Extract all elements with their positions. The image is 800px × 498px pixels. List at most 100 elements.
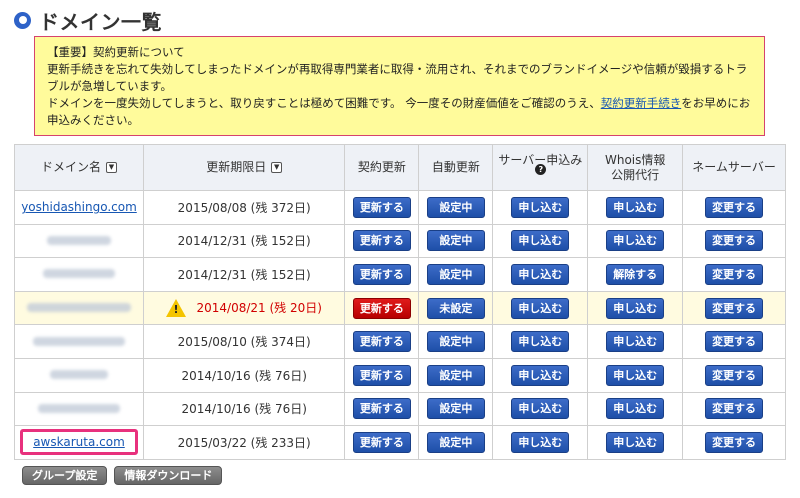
- circle-bullet-icon: [14, 11, 31, 29]
- sort-icon[interactable]: ▼: [271, 162, 283, 173]
- whois-cell: 申し込む: [587, 391, 684, 427]
- auto-renew-button[interactable]: 設定中: [426, 431, 485, 453]
- whois-button[interactable]: 申し込む: [606, 431, 665, 453]
- renew-button[interactable]: 更新する: [352, 331, 411, 353]
- auto-renew-button[interactable]: 設定中: [426, 398, 485, 420]
- nameserver-cell: 変更する: [682, 257, 786, 292]
- nameserver-change-button[interactable]: 変更する: [705, 297, 764, 319]
- notice-line-2: ドメインを一度失効してしまうと、取り戻すことは極めて困難です。 今一度その財産価…: [47, 95, 752, 129]
- server-apply-button[interactable]: 申し込む: [511, 230, 570, 252]
- auto-renew-cell: 設定中: [418, 357, 494, 393]
- auto-renew-button[interactable]: 設定中: [426, 196, 485, 218]
- table-row-warning: ! 2014/08/21 (残 20日) 更新する 未設定 申し込む 申し込む 変…: [14, 290, 786, 326]
- renew-button[interactable]: 更新する: [352, 230, 411, 252]
- renew-button[interactable]: 更新する: [352, 431, 411, 453]
- whois-cancel-button[interactable]: 解除する: [606, 263, 665, 285]
- auto-renew-cell: 設定中: [418, 257, 494, 292]
- nameserver-change-button[interactable]: 変更する: [705, 331, 764, 353]
- renew-button[interactable]: 更新する: [352, 196, 411, 218]
- expiry-cell: 2014/10/16 (残 76日): [142, 391, 346, 427]
- nameserver-cell: 変更する: [682, 290, 786, 326]
- table-row: 2015/08/10 (残 374日) 更新する 設定中 申し込む 申し込む 変…: [14, 324, 786, 359]
- nameserver-change-button[interactable]: 変更する: [705, 364, 764, 386]
- page-title: ドメイン一覧: [39, 9, 162, 34]
- column-header-domain[interactable]: ドメイン名 ▼: [14, 144, 144, 191]
- notice-line-2-text: ドメインを一度失効してしまうと、取り戻すことは極めて困難です。 今一度その財産価…: [47, 96, 601, 110]
- nameserver-change-button[interactable]: 変更する: [705, 230, 764, 252]
- download-info-button[interactable]: 情報ダウンロード: [114, 466, 223, 485]
- table-row: 2014/10/16 (残 76日) 更新する 設定中 申し込む 申し込む 変更…: [14, 391, 786, 427]
- renew-button[interactable]: 更新する: [352, 364, 411, 386]
- domain-cell: [14, 324, 144, 359]
- auto-renew-cell: 設定中: [418, 223, 494, 259]
- whois-button[interactable]: 申し込む: [606, 331, 665, 353]
- whois-button[interactable]: 申し込む: [606, 398, 665, 420]
- server-cell: 申し込む: [492, 290, 589, 326]
- domain-cell: [14, 391, 144, 427]
- domain-table: ドメイン名 ▼ 更新期限日 ▼ 契約更新 自動更新 サーバー申込み? Whois情報…: [14, 144, 786, 460]
- column-header-renew: 契約更新: [344, 144, 420, 191]
- whois-button[interactable]: 申し込む: [606, 297, 665, 319]
- expiry-cell: 2014/10/16 (残 76日): [142, 357, 346, 393]
- whois-button[interactable]: 申し込む: [606, 364, 665, 386]
- whois-cell: 申し込む: [587, 425, 684, 460]
- whois-button[interactable]: 申し込む: [606, 230, 665, 252]
- highlight-box: awskaruta.com: [20, 429, 138, 456]
- auto-renew-button[interactable]: 未設定: [426, 297, 485, 319]
- nameserver-change-button[interactable]: 変更する: [705, 398, 764, 420]
- server-apply-button[interactable]: 申し込む: [511, 398, 570, 420]
- table-header-row: ドメイン名 ▼ 更新期限日 ▼ 契約更新 自動更新 サーバー申込み? Whois情報…: [14, 144, 786, 191]
- server-apply-button[interactable]: 申し込む: [511, 364, 570, 386]
- blurred-domain-name[interactable]: [32, 336, 125, 346]
- server-apply-button[interactable]: 申し込む: [511, 196, 570, 218]
- auto-renew-button[interactable]: 設定中: [426, 331, 485, 353]
- auto-renew-button[interactable]: 設定中: [426, 364, 485, 386]
- renew-cell: 更新する: [344, 391, 420, 427]
- auto-renew-button[interactable]: 設定中: [426, 230, 485, 252]
- expiry-cell: ! 2014/08/21 (残 20日): [142, 290, 346, 326]
- column-header-auto-renew: 自動更新: [418, 144, 494, 191]
- renew-button[interactable]: 更新する: [352, 398, 411, 420]
- auto-renew-cell: 設定中: [418, 190, 494, 225]
- renew-button[interactable]: 更新する: [352, 263, 411, 285]
- whois-cell: 解除する: [587, 257, 684, 292]
- server-cell: 申し込む: [492, 223, 589, 259]
- nameserver-change-button[interactable]: 変更する: [705, 431, 764, 453]
- column-header-expiry[interactable]: 更新期限日 ▼: [142, 144, 346, 191]
- whois-cell: 申し込む: [587, 357, 684, 393]
- group-settings-button[interactable]: グループ設定: [22, 466, 108, 485]
- blurred-domain-name[interactable]: [42, 269, 115, 279]
- table-row: 2014/12/31 (残 152日) 更新する 設定中 申し込む 申し込む 変…: [14, 223, 786, 259]
- blurred-domain-name[interactable]: [26, 303, 131, 313]
- nameserver-change-button[interactable]: 変更する: [705, 196, 764, 218]
- nameserver-cell: 変更する: [682, 324, 786, 359]
- notice-line-1: 更新手続きを忘れて失効してしまったドメインが再取得専門業者に取得・流用され、それ…: [47, 62, 748, 93]
- nameserver-change-button[interactable]: 変更する: [705, 263, 764, 285]
- blurred-domain-name[interactable]: [49, 370, 108, 380]
- blurred-domain-name[interactable]: [37, 403, 120, 413]
- nameserver-cell: 変更する: [682, 223, 786, 259]
- blurred-domain-name[interactable]: [46, 235, 111, 245]
- whois-cell: 申し込む: [587, 290, 684, 326]
- help-icon[interactable]: ?: [535, 163, 547, 175]
- expiry-cell: 2015/08/08 (残 372日): [142, 190, 346, 225]
- server-apply-button[interactable]: 申し込む: [511, 297, 570, 319]
- renew-cell: 更新する: [344, 290, 420, 326]
- page-header: ドメイン一覧: [14, 7, 162, 34]
- server-apply-button[interactable]: 申し込む: [511, 431, 570, 453]
- server-apply-button[interactable]: 申し込む: [511, 263, 570, 285]
- domain-cell: [14, 257, 144, 292]
- server-cell: 申し込む: [492, 357, 589, 393]
- domain-link[interactable]: yoshidashingo.com: [21, 200, 137, 214]
- server-apply-button[interactable]: 申し込む: [511, 331, 570, 353]
- renew-button-urgent[interactable]: 更新する: [352, 297, 411, 319]
- column-header-nameserver: ネームサーバー: [682, 144, 786, 191]
- whois-button[interactable]: 申し込む: [606, 196, 665, 218]
- domain-link[interactable]: awskaruta.com: [33, 435, 125, 449]
- table-row: 2014/12/31 (残 152日) 更新する 設定中 申し込む 解除する 変…: [14, 257, 786, 292]
- server-cell: 申し込む: [492, 190, 589, 225]
- sort-icon[interactable]: ▼: [106, 162, 117, 173]
- server-cell: 申し込む: [492, 391, 589, 427]
- renewal-procedure-link[interactable]: 契約更新手続き: [601, 96, 682, 110]
- auto-renew-button[interactable]: 設定中: [426, 263, 485, 285]
